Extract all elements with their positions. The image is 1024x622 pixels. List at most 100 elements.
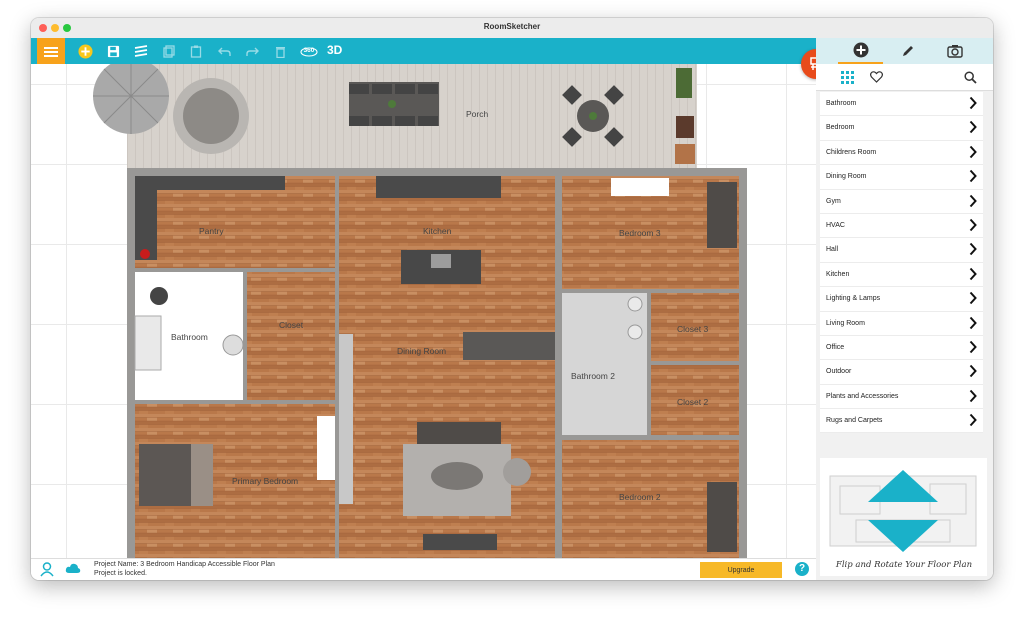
room-bathroom-2[interactable] xyxy=(562,293,647,435)
add-icon xyxy=(77,43,93,59)
label-closet-2: Closet 2 xyxy=(677,397,708,407)
plus-icon xyxy=(853,42,868,58)
redo-icon xyxy=(245,47,259,56)
tab-camera[interactable] xyxy=(932,38,977,64)
copy-icon xyxy=(163,44,175,58)
chevron-right-icon xyxy=(969,291,977,305)
category-item[interactable]: Bedroom xyxy=(820,116,983,141)
primary-desk[interactable] xyxy=(317,416,335,480)
save-icon xyxy=(107,45,119,57)
bathroom2-sink-2[interactable] xyxy=(627,324,643,340)
heart-icon[interactable] xyxy=(870,71,883,83)
coffee-table[interactable] xyxy=(431,462,483,490)
chevron-right-icon xyxy=(969,389,977,402)
chevron-right-icon xyxy=(969,96,977,110)
rotate-360-icon: 360 xyxy=(300,47,318,57)
add-button[interactable] xyxy=(77,43,93,59)
wall-primary-top xyxy=(135,400,335,404)
room-closet[interactable] xyxy=(247,272,335,400)
bedroom3-bed[interactable] xyxy=(707,182,737,248)
svg-text:360: 360 xyxy=(304,47,315,54)
primary-bed-pillows[interactable] xyxy=(191,444,213,506)
flip-rotate-illustration xyxy=(829,470,977,552)
category-item[interactable]: Dining Room xyxy=(820,165,983,190)
sofa[interactable] xyxy=(417,422,501,444)
upgrade-button[interactable]: Upgrade xyxy=(700,562,782,578)
chevron-right-icon xyxy=(969,194,977,207)
category-item[interactable]: Bathroom xyxy=(820,92,983,117)
grid-icon[interactable] xyxy=(841,71,854,84)
category-item[interactable]: Lighting & Lamps xyxy=(820,287,983,312)
porch-step[interactable] xyxy=(675,144,695,164)
category-item[interactable]: Outdoor xyxy=(820,360,983,385)
chevron-right-icon xyxy=(969,316,977,329)
search-icon[interactable] xyxy=(964,71,977,84)
tab-add[interactable] xyxy=(838,38,883,64)
menu-button[interactable] xyxy=(37,38,65,65)
category-item[interactable]: Living Room xyxy=(820,311,983,336)
tab-edit[interactable] xyxy=(885,38,930,64)
layers-button[interactable] xyxy=(133,43,149,59)
bathroom-toilet[interactable] xyxy=(222,334,244,356)
wall-center-left xyxy=(335,176,339,558)
flip-rotate-promo[interactable]: Flip and Rotate Your Floor Plan xyxy=(820,458,987,576)
chevron-right-icon xyxy=(969,169,977,183)
menu-icon xyxy=(44,46,58,57)
chevron-right-icon xyxy=(969,145,977,158)
label-closet: Closet xyxy=(279,320,304,330)
category-item[interactable]: Office xyxy=(820,335,983,361)
label-closet-3: Closet 3 xyxy=(677,324,708,334)
category-item[interactable]: Hall xyxy=(820,238,983,263)
floorplan-canvas[interactable]: Porch Pantry Kitchen Bedroom 3 Bathroom … xyxy=(31,64,816,558)
copy-button[interactable] xyxy=(161,43,177,59)
redo-button[interactable] xyxy=(244,43,260,59)
label-bathroom: Bathroom xyxy=(171,332,208,342)
side-table[interactable] xyxy=(503,458,531,486)
chevron-right-icon xyxy=(969,267,977,280)
category-item[interactable]: Plants and Accessories xyxy=(820,384,983,410)
chevron-right-icon xyxy=(969,365,977,378)
delete-button[interactable] xyxy=(272,43,288,59)
bathroom2-sink-1[interactable] xyxy=(627,296,643,312)
category-item[interactable]: HVAC xyxy=(820,213,983,239)
panel-tabs xyxy=(816,38,993,64)
pantry-counter[interactable] xyxy=(135,176,285,190)
title-bar: RoomSketcher xyxy=(31,18,993,39)
rotate-360-button[interactable]: 360 xyxy=(299,43,319,59)
paste-button[interactable] xyxy=(188,43,204,59)
wall-closet-divider xyxy=(651,361,739,365)
hall-cabinet[interactable] xyxy=(339,334,353,504)
bathroom-fixture[interactable] xyxy=(150,287,168,305)
porch-firepit-inner xyxy=(183,88,239,144)
3d-view-button[interactable]: 3D xyxy=(327,43,342,57)
category-item[interactable]: Kitchen xyxy=(820,262,983,288)
label-bedroom-2: Bedroom 2 xyxy=(619,492,661,502)
chevron-right-icon xyxy=(969,340,977,354)
dining-table[interactable] xyxy=(463,332,557,360)
porch-grill[interactable] xyxy=(676,116,694,138)
category-item[interactable]: Gym xyxy=(820,189,983,214)
bedroom2-bed[interactable] xyxy=(707,482,737,552)
user-icon[interactable] xyxy=(40,562,54,577)
help-button[interactable]: ? xyxy=(795,562,809,576)
kitchen-counter[interactable] xyxy=(376,176,501,198)
porch-dining-table[interactable] xyxy=(349,82,439,126)
chevron-right-icon xyxy=(969,413,977,427)
floorplan: Porch Pantry Kitchen Bedroom 3 Bathroom … xyxy=(93,64,747,558)
cloud-icon[interactable] xyxy=(65,563,81,574)
category-item[interactable]: Rugs and Carpets xyxy=(820,409,983,434)
pantry-red-item[interactable] xyxy=(140,249,150,259)
porch-planter[interactable] xyxy=(676,68,692,98)
chevron-right-icon xyxy=(969,218,977,232)
tv-console[interactable] xyxy=(423,534,497,550)
kitchen-sink[interactable] xyxy=(431,254,451,268)
label-kitchen: Kitchen xyxy=(423,226,452,236)
category-item[interactable]: Childrens Room xyxy=(820,140,983,166)
undo-button[interactable] xyxy=(216,43,232,59)
save-button[interactable] xyxy=(105,43,121,59)
wall-bath2-right xyxy=(647,293,651,435)
project-name: Project Name: 3 Bedroom Handicap Accessi… xyxy=(94,561,275,568)
bathroom-vanity[interactable] xyxy=(134,315,162,371)
wall-bedroom3-bottom xyxy=(562,289,739,293)
bedroom3-desk[interactable] xyxy=(611,178,669,196)
